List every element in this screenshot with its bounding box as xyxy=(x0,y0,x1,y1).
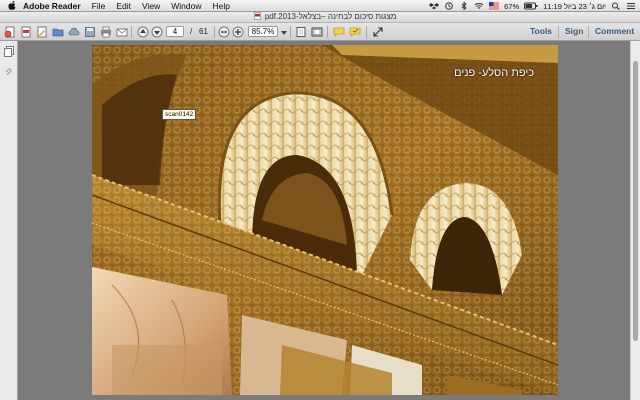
window-title: מצגות סיכום לבחינה –בצלאל-2013.pdf xyxy=(240,12,410,21)
window-titlebar: מצגות סיכום לבחינה –בצלאל-2013.pdf xyxy=(0,12,640,23)
battery-icon[interactable] xyxy=(524,2,538,10)
page-thumbnails-icon[interactable] xyxy=(4,46,14,57)
dome-of-the-rock-interior-photo xyxy=(92,45,558,395)
menu-file[interactable]: File xyxy=(92,1,106,11)
pdf-page: כיפת הסלע- פנים scan0142 xyxy=(92,45,558,395)
upload-cloud-icon[interactable] xyxy=(68,26,80,38)
comment-sticky-label[interactable]: scan0142 xyxy=(162,109,197,120)
save-icon[interactable] xyxy=(84,26,96,38)
next-page-button[interactable] xyxy=(151,26,163,38)
zoom-in-button[interactable] xyxy=(232,26,244,38)
create-pdf-icon[interactable] xyxy=(4,26,16,38)
us-flag-icon[interactable] xyxy=(489,2,500,10)
menu-view[interactable]: View xyxy=(142,1,160,11)
notification-center-icon[interactable] xyxy=(626,2,636,10)
page-separator: / xyxy=(190,27,193,36)
window-title-text: מצגות סיכום לבחינה –בצלאל-2013.pdf xyxy=(264,12,397,21)
page-number-input[interactable]: 4 xyxy=(166,26,184,37)
tools-link[interactable]: Tools xyxy=(530,26,552,36)
menu-help[interactable]: Help xyxy=(213,1,230,11)
spotlight-search-icon[interactable] xyxy=(611,2,621,10)
menubar-clock[interactable]: יום ג׳ 23 ביול 11:19 xyxy=(543,2,606,11)
fit-width-icon[interactable] xyxy=(311,26,323,38)
pdf-document-icon xyxy=(253,12,261,20)
previous-page-button[interactable] xyxy=(137,26,149,38)
bluetooth-icon[interactable] xyxy=(459,2,469,10)
page-total: 61 xyxy=(199,27,208,36)
menu-window[interactable]: Window xyxy=(171,1,201,11)
expand-view-icon[interactable] xyxy=(372,26,384,38)
wifi-icon[interactable] xyxy=(474,2,484,10)
menu-app-name[interactable]: Adobe Reader xyxy=(23,1,81,11)
edit-pdf-icon[interactable] xyxy=(36,26,48,38)
scrollbar-thumb[interactable] xyxy=(633,61,638,341)
zoom-dropdown-chevron-icon[interactable] xyxy=(278,26,287,38)
highlight-icon[interactable] xyxy=(349,26,361,38)
menubar: Adobe Reader File Edit View Window Help … xyxy=(0,0,640,12)
email-icon[interactable] xyxy=(116,26,128,38)
battery-percent[interactable]: 67% xyxy=(504,2,519,11)
menubar-status-area: 67% יום ג׳ 23 ביול 11:19 xyxy=(429,0,636,12)
zoom-out-button[interactable] xyxy=(218,26,230,38)
zoom-level-field[interactable]: 85.7% xyxy=(248,26,278,37)
export-pdf-icon[interactable] xyxy=(20,26,32,38)
vertical-scrollbar[interactable] xyxy=(630,41,640,400)
open-file-icon[interactable] xyxy=(52,26,64,38)
navigation-pane xyxy=(0,41,18,400)
print-icon[interactable] xyxy=(100,26,112,38)
apple-menu-icon[interactable] xyxy=(8,1,17,10)
comment-link[interactable]: Comment xyxy=(595,26,634,36)
toolbar: 4 / 61 85.7% Tools Sign Comment xyxy=(0,23,640,41)
sign-link[interactable]: Sign xyxy=(565,26,583,36)
comment-note-icon[interactable] xyxy=(333,26,345,38)
dropbox-icon[interactable] xyxy=(429,2,440,10)
attachments-icon[interactable] xyxy=(4,67,14,77)
menu-edit[interactable]: Edit xyxy=(116,1,131,11)
fit-page-icon[interactable] xyxy=(295,26,307,38)
time-machine-icon[interactable] xyxy=(444,2,454,10)
page-heading: כיפת הסלע- פנים xyxy=(454,67,534,79)
